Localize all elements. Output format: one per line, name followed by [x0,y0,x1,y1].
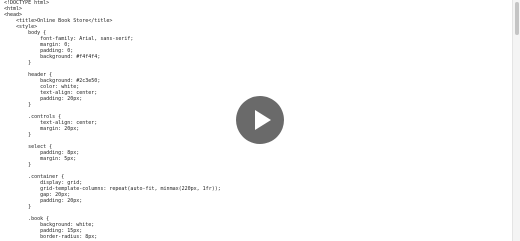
scrollbar-thumb[interactable] [515,2,519,35]
play-icon [255,110,271,130]
code-line: } [4,204,32,210]
play-button[interactable] [236,96,284,144]
vertical-scrollbar[interactable] [512,0,520,241]
code-line: } [4,162,32,168]
code-line: border-radius: 8px; [4,234,98,240]
code-line: } [4,132,32,138]
code-line: } [4,102,32,108]
code-line: } [4,60,32,66]
code-video-frame: <!DOCTYPE html> <html> <head> <title>Onlin… [0,0,520,241]
